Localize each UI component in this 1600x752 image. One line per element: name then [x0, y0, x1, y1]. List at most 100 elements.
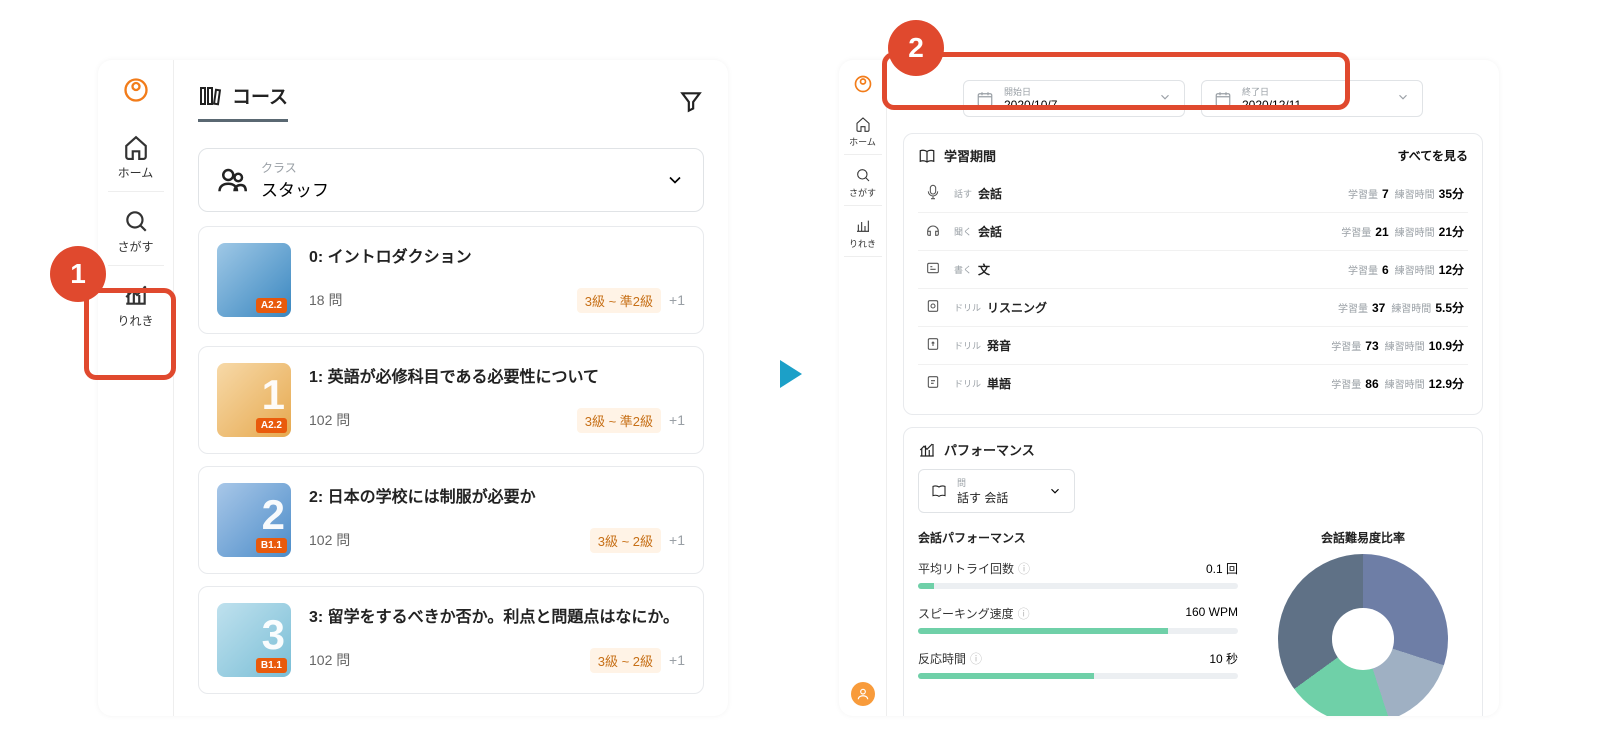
metric-bar: [918, 628, 1238, 634]
course-main: コース クラス スタッフ A2.2 0: イントロダクション: [174, 60, 728, 716]
activity-tag: 書く: [954, 263, 972, 276]
activity-amount: 学習量6: [1348, 262, 1389, 277]
metric-value: 0.1 回: [1206, 560, 1238, 577]
perf-mode-label: 問: [957, 476, 1008, 489]
course-thumbnail: 3 B1.1: [217, 603, 291, 677]
course-question-count: 18 問: [309, 290, 342, 310]
metric-key: 平均リトライ回数: [918, 562, 1014, 576]
activity-time: 練習時間12.9分: [1385, 375, 1464, 392]
perf-right-title: 会話難易度比率: [1258, 529, 1468, 546]
chart-icon: [918, 441, 936, 459]
history-icon: [123, 282, 149, 308]
courses-icon: [198, 84, 222, 108]
study-row[interactable]: 聞く 会話 学習量21 練習時間21分: [918, 213, 1468, 251]
course-thumbnail: A2.2: [217, 243, 291, 317]
chevron-down-icon: [665, 170, 685, 190]
activity-amount: 学習量7: [1348, 186, 1389, 201]
course-level-range: 3級 ~ 2級: [590, 528, 661, 553]
help-icon[interactable]: ⓘ: [1018, 562, 1030, 576]
nav-home[interactable]: ホーム: [844, 108, 882, 155]
activity-icon: [922, 336, 944, 355]
end-date-value: 2020/12/11: [1242, 98, 1301, 112]
course-level-range: 3級 ~ 準2級: [577, 288, 661, 313]
course-level-range: 3級 ~ 2級: [590, 648, 661, 673]
course-badge: A2.2: [256, 298, 287, 313]
activity-time: 練習時間12分: [1395, 261, 1464, 278]
nav-search[interactable]: さがす: [108, 196, 164, 266]
chevron-down-icon: [1048, 484, 1062, 498]
nav-home-label: ホーム: [118, 166, 154, 180]
end-date-label: 終了日: [1242, 85, 1301, 98]
book-icon: [918, 147, 936, 165]
nav-search-label: さがす: [849, 188, 876, 198]
class-selector[interactable]: クラス スタッフ: [198, 148, 704, 212]
nav-home-label: ホーム: [849, 137, 876, 147]
brand-icon: [122, 76, 150, 104]
course-title: 2: 日本の学校には制服が必要か: [309, 487, 685, 509]
date-range-row: 開始日 2020/10/7 終了日 2020/12/11: [903, 76, 1483, 121]
search-icon: [855, 167, 871, 183]
user-icon: [856, 687, 870, 701]
course-question-count: 102 問: [309, 530, 350, 550]
activity-name: 発音: [987, 337, 1325, 354]
arrow-icon: [780, 360, 802, 388]
start-date-value: 2020/10/7: [1004, 98, 1057, 112]
help-icon[interactable]: ⓘ: [970, 652, 982, 666]
activity-amount: 学習量37: [1338, 300, 1385, 315]
study-row[interactable]: ドリル 単語 学習量86 練習時間12.9分: [918, 365, 1468, 402]
end-date-picker[interactable]: 終了日 2020/12/11: [1201, 80, 1423, 117]
course-thumbnail: 2 B1.1: [217, 483, 291, 557]
history-panel: ホーム さがす りれき 開始日 2020/10/7: [839, 60, 1499, 716]
class-value: スタッフ: [261, 176, 329, 201]
course-question-count: 102 問: [309, 650, 350, 670]
course-badge: B1.1: [256, 538, 287, 553]
help-icon[interactable]: ⓘ: [1018, 607, 1030, 621]
nav-home[interactable]: ホーム: [108, 122, 164, 192]
metric-key: スピーキング速度: [918, 607, 1014, 621]
nav-history[interactable]: りれき: [844, 210, 882, 257]
metric-key: 反応時間: [918, 652, 966, 666]
chevron-down-icon: [1158, 90, 1172, 104]
activity-amount: 学習量21: [1341, 224, 1388, 239]
nav-search[interactable]: さがす: [844, 159, 882, 206]
activity-name: リスニング: [987, 299, 1332, 316]
course-item[interactable]: A2.2 0: イントロダクション 18 問 3級 ~ 準2級 +1: [198, 226, 704, 334]
activity-name: 単語: [987, 375, 1325, 392]
study-row[interactable]: 書く 文 学習量6 練習時間12分: [918, 251, 1468, 289]
sidebar-right: ホーム さがす りれき: [839, 60, 887, 716]
start-date-label: 開始日: [1004, 85, 1057, 98]
activity-tag: ドリル: [954, 339, 981, 352]
course-extra: +1: [669, 292, 685, 308]
study-row[interactable]: ドリル 発音 学習量73 練習時間10.9分: [918, 327, 1468, 365]
user-avatar[interactable]: [851, 682, 875, 706]
filter-icon[interactable]: [678, 89, 704, 115]
course-level-range: 3級 ~ 準2級: [577, 408, 661, 433]
calendar-icon: [1214, 90, 1232, 108]
book-icon: [931, 483, 947, 499]
users-icon: [217, 165, 247, 195]
start-date-picker[interactable]: 開始日 2020/10/7: [963, 80, 1185, 117]
metric-value: 10 秒: [1209, 650, 1238, 667]
course-badge: B1.1: [256, 658, 287, 673]
nav-history[interactable]: りれき: [108, 270, 164, 339]
course-item[interactable]: 1 A2.2 1: 英語が必修科目である必要性について 102 問 3級 ~ 準…: [198, 346, 704, 454]
course-extra: +1: [669, 412, 685, 428]
course-extra: +1: [669, 532, 685, 548]
study-row[interactable]: 話す 会話 学習量7 練習時間35分: [918, 175, 1468, 213]
difficulty-ratio: 会話難易度比率 Pre A1A1.1A2.1B1.1: [1258, 525, 1468, 716]
performance-metric: 反応時間 ⓘ 10 秒: [918, 650, 1238, 679]
course-item[interactable]: 3 B1.1 3: 留学をするべきか否か。利点と問題点はなにか。 102 問 3…: [198, 586, 704, 694]
study-row[interactable]: ドリル リスニング 学習量37 練習時間5.5分: [918, 289, 1468, 327]
perf-mode-value: 話す 会話: [957, 489, 1008, 506]
activity-icon: [922, 260, 944, 279]
metric-bar: [918, 673, 1238, 679]
nav-search-label: さがす: [117, 240, 153, 254]
brand-icon: [853, 74, 873, 94]
see-all-link[interactable]: すべてを見る: [1398, 147, 1468, 164]
nav-history-label: りれき: [117, 314, 153, 328]
performance-mode-select[interactable]: 問 話す 会話: [918, 469, 1075, 513]
course-title: 3: 留学をするべきか否か。利点と問題点はなにか。: [309, 607, 685, 629]
activity-name: 文: [978, 261, 1342, 278]
course-item[interactable]: 2 B1.1 2: 日本の学校には制服が必要か 102 問 3級 ~ 2級 +1: [198, 466, 704, 574]
sidebar-left: ホーム さがす りれき: [98, 60, 174, 716]
